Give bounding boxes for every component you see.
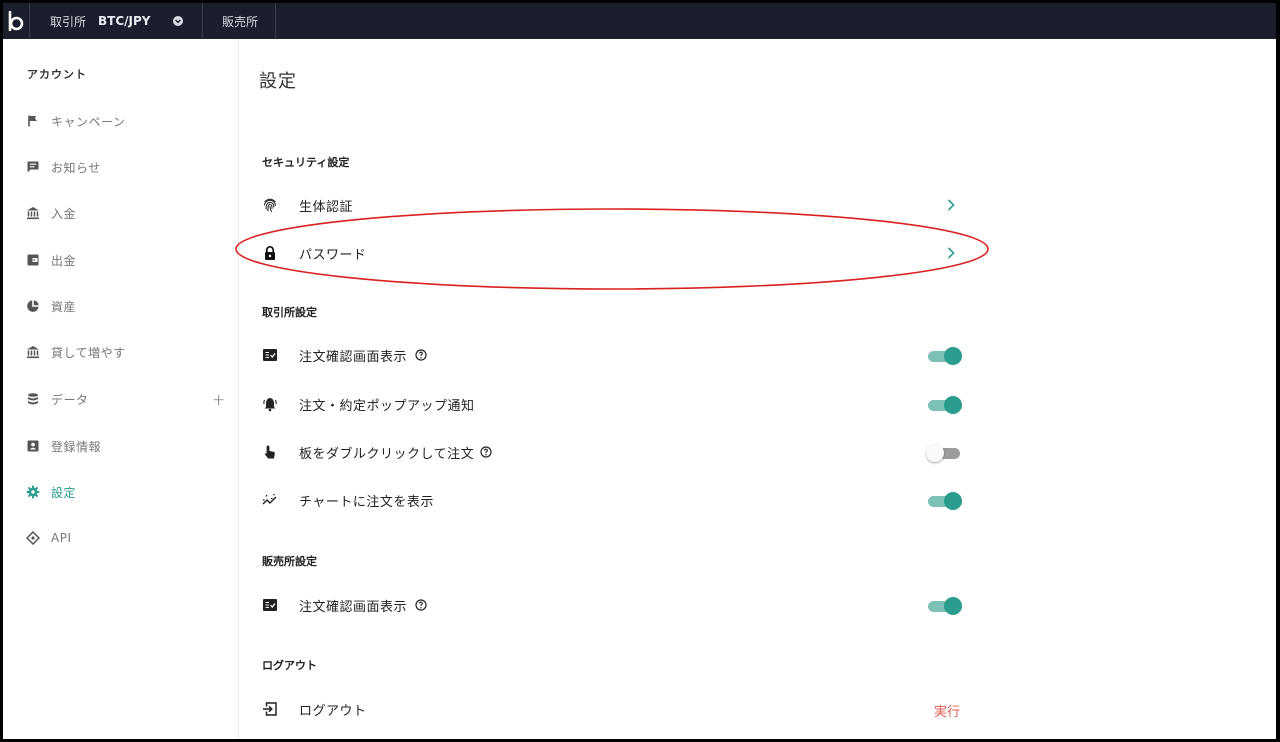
row-label: 注文確認画面表示 [299, 350, 408, 365]
toggle-switch[interactable] [926, 347, 962, 365]
sidebar-item-api[interactable]: API [3, 523, 239, 553]
top-bar: 取引所 BTC/JPY 販売所 [3, 3, 1276, 39]
toggle-knob [944, 396, 962, 414]
sidebar-item-label: キャンペーン [51, 114, 126, 129]
settings-row-exchange-double-click: 板をダブルクリックして注文 [240, 432, 976, 472]
logout-icon [263, 702, 277, 716]
sidebar-item-registration[interactable]: 登録情報 [3, 431, 239, 461]
sidebar-header: アカウント [27, 68, 87, 81]
sidebar-item-campaign[interactable]: キャンペーン [3, 106, 239, 136]
sidebar-item-label: 入金 [51, 206, 77, 221]
settings-row-logout[interactable]: ログアウト 実行 [240, 689, 976, 729]
lock-icon [265, 246, 275, 260]
sidebar-item-label: 貸して増やす [51, 345, 126, 360]
section-title-logout: ログアウト [262, 659, 317, 672]
app-logo[interactable] [3, 3, 29, 39]
topbar-divider [202, 3, 203, 39]
sales-label: 販売所 [222, 14, 259, 29]
chart-line-icon [262, 493, 277, 505]
settings-row-password[interactable]: パスワード [240, 233, 976, 273]
fingerprint-icon [263, 198, 277, 213]
section-title-security: セキュリティ設定 [262, 156, 350, 169]
sidebar-item-label: 資産 [51, 299, 77, 314]
toggle-switch[interactable] [926, 597, 962, 615]
database-icon [28, 393, 38, 405]
bank-icon [27, 346, 39, 359]
settings-row-sales-order-confirm: 注文確認画面表示 [240, 585, 976, 625]
api-icon [26, 531, 40, 545]
app-frame: 取引所 BTC/JPY 販売所 アカウント キャンペーン お知らせ 入金 出金 … [3, 3, 1276, 739]
section-title-sales: 販売所設定 [262, 555, 317, 568]
toggle-knob [944, 347, 962, 365]
logo-icon [8, 11, 24, 31]
bank-icon [27, 207, 39, 220]
topbar-divider [29, 3, 30, 39]
row-label: 板をダブルクリックして注文 [299, 447, 475, 462]
toggle-knob [944, 492, 962, 510]
exchange-pair-selector[interactable]: 取引所 BTC/JPY [50, 3, 151, 39]
bell-icon [263, 398, 277, 412]
sidebar-item-settings[interactable]: 設定 [3, 477, 239, 507]
expand-plus-icon[interactable]: + [212, 390, 225, 409]
section-title-exchange: 取引所設定 [262, 306, 317, 319]
pair-symbol: BTC/JPY [98, 14, 151, 28]
sidebar-item-label: データ [51, 392, 89, 407]
help-icon[interactable] [415, 349, 427, 361]
pie-chart-icon [27, 300, 39, 312]
hand-pointer-icon [264, 445, 275, 459]
message-icon [27, 161, 39, 173]
toggle-switch[interactable] [926, 396, 962, 414]
help-icon[interactable] [415, 599, 427, 611]
sidebar-item-news[interactable]: お知らせ [3, 152, 239, 182]
row-label: 注文確認画面表示 [299, 600, 408, 615]
sidebar-item-deposit[interactable]: 入金 [3, 198, 239, 228]
sidebar-item-lending[interactable]: 貸して増やす [3, 337, 239, 367]
toggle-knob [944, 597, 962, 615]
logout-execute-button[interactable]: 実行 [934, 701, 960, 720]
id-badge-icon [27, 440, 39, 452]
row-label: 生体認証 [299, 200, 354, 215]
row-label: チャートに注文を表示 [299, 495, 434, 510]
gear-icon [26, 485, 40, 499]
toggle-switch[interactable] [926, 444, 962, 462]
flag-icon [28, 115, 37, 127]
row-label: ログアウト [299, 704, 367, 719]
sidebar-item-label: お知らせ [51, 160, 101, 175]
settings-row-exchange-popup-notify: 注文・約定ポップアップ通知 [240, 384, 976, 424]
settings-row-exchange-chart-orders: チャートに注文を表示 [240, 480, 976, 520]
help-icon[interactable] [480, 446, 492, 458]
sidebar-item-label: 登録情報 [51, 439, 102, 454]
settings-row-biometric[interactable]: 生体認証 [240, 185, 976, 225]
tab-sales[interactable]: 販売所 [222, 3, 258, 39]
sidebar-item-label: 出金 [51, 253, 77, 268]
account-sidebar: アカウント キャンペーン お知らせ 入金 出金 資産 貸して増やす データ + … [3, 39, 239, 739]
sidebar-item-label: API [51, 531, 72, 545]
chevron-right-icon[interactable] [946, 197, 956, 213]
row-label: パスワード [299, 248, 367, 263]
wallet-icon [27, 254, 39, 266]
pair-dropdown-icon[interactable] [172, 15, 184, 27]
sidebar-item-withdraw[interactable]: 出金 [3, 245, 239, 275]
sidebar-item-data[interactable]: データ + [3, 384, 239, 414]
checklist-icon [263, 349, 277, 361]
toggle-switch[interactable] [926, 492, 962, 510]
page-title: 設定 [259, 71, 297, 92]
settings-row-exchange-order-confirm: 注文確認画面表示 [240, 335, 976, 375]
checklist-icon [263, 599, 277, 611]
toggle-knob [926, 444, 944, 462]
row-label: 注文・約定ポップアップ通知 [299, 399, 475, 414]
chevron-right-icon[interactable] [946, 245, 956, 261]
settings-content: 設定 セキュリティ設定 生体認証 パスワード 取引所設定 注文確認画面表示 注文… [240, 39, 1276, 739]
sidebar-item-assets[interactable]: 資産 [3, 291, 239, 321]
sidebar-item-label: 設定 [51, 485, 77, 500]
topbar-divider [275, 3, 276, 39]
exchange-label: 取引所 [50, 14, 87, 29]
